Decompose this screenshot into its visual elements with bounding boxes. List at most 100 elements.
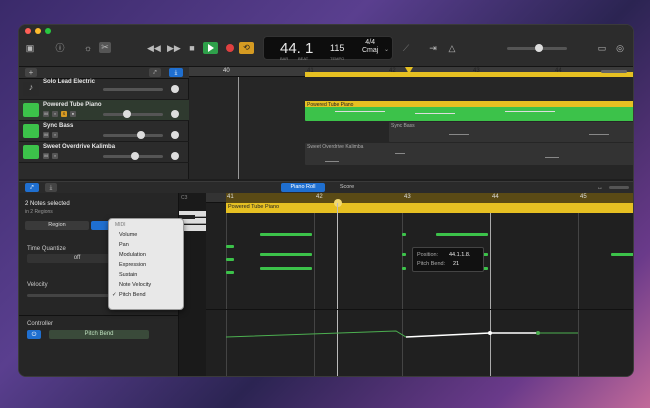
zoom-slider[interactable] bbox=[601, 70, 627, 73]
track-volume-slider[interactable] bbox=[103, 113, 163, 116]
editor-ruler[interactable]: 41 42 43 44 45 bbox=[206, 193, 633, 203]
control-bar: ▣ ⓘ ☼ ✂ ◀◀ ▶▶ ■ ⟲ 44. 1 BAR BEAT 115 TEM… bbox=[19, 25, 633, 67]
menu-item-pan[interactable]: Pan bbox=[119, 242, 129, 248]
tab-region[interactable]: Region bbox=[25, 221, 89, 230]
play-button[interactable] bbox=[203, 42, 218, 54]
timeline-ruler[interactable]: 40 41 42 43 44 bbox=[189, 67, 633, 77]
menu-item-expression[interactable]: Expression bbox=[119, 262, 146, 268]
track-volume-knob[interactable] bbox=[131, 152, 139, 160]
midi-note[interactable] bbox=[226, 271, 234, 274]
region-bass[interactable]: Sync Bass bbox=[389, 122, 633, 142]
track-volume-knob[interactable] bbox=[123, 110, 131, 118]
playhead-icon[interactable] bbox=[405, 67, 413, 74]
mute-icon[interactable]: M bbox=[43, 132, 49, 138]
controller-select[interactable]: Pitch Bend bbox=[49, 330, 149, 339]
rewind-icon[interactable]: ◀◀ bbox=[147, 43, 161, 53]
note-line bbox=[505, 111, 555, 112]
solo-icon[interactable]: S bbox=[61, 111, 67, 117]
smart-controls-icon[interactable]: ☼ bbox=[83, 43, 93, 53]
catch-icon[interactable]: ⤤ bbox=[25, 183, 39, 192]
metronome-icon[interactable]: △ bbox=[447, 43, 457, 53]
zoom-window-button[interactable] bbox=[45, 28, 51, 34]
bar-number: 42 bbox=[316, 194, 323, 200]
region-piano[interactable]: Powered Tube Piano bbox=[305, 101, 633, 121]
track-row[interactable]: Powered Tube Piano M ∩ S ● bbox=[19, 100, 189, 121]
region-header[interactable]: Powered Tube Piano bbox=[226, 203, 633, 213]
expand-icon[interactable]: ↔ bbox=[595, 183, 605, 193]
record-button[interactable] bbox=[226, 44, 234, 52]
track-volume-knob[interactable] bbox=[137, 131, 145, 139]
track-volume-slider[interactable] bbox=[103, 88, 163, 91]
chevron-down-icon[interactable]: ⌄ bbox=[384, 45, 389, 55]
fast-forward-icon[interactable]: ▶▶ bbox=[167, 43, 181, 53]
close-window-button[interactable] bbox=[25, 28, 31, 34]
headphones-icon[interactable]: ∩ bbox=[52, 111, 58, 117]
cycle-button[interactable]: ⟲ bbox=[239, 42, 254, 54]
power-icon[interactable]: ⏻ bbox=[27, 330, 41, 339]
headphones-icon[interactable]: ∩ bbox=[52, 153, 58, 159]
mute-icon[interactable]: M bbox=[43, 153, 49, 159]
note-line bbox=[415, 113, 455, 114]
bend-point[interactable] bbox=[488, 331, 492, 335]
menu-item-modulation[interactable]: Modulation bbox=[119, 252, 146, 258]
midi-note[interactable] bbox=[436, 233, 488, 236]
midi-note[interactable] bbox=[260, 267, 312, 270]
minimize-window-button[interactable] bbox=[35, 28, 41, 34]
playhead-handle-icon[interactable] bbox=[334, 199, 342, 207]
notepad-icon[interactable]: ▭ bbox=[597, 43, 607, 53]
mute-icon[interactable]: M bbox=[43, 111, 49, 117]
midi-note[interactable] bbox=[226, 258, 234, 261]
menu-item-volume[interactable]: Volume bbox=[119, 232, 137, 238]
master-volume-knob[interactable] bbox=[535, 44, 543, 52]
editors-icon[interactable]: ✂ bbox=[99, 42, 111, 53]
menu-item-note-velocity[interactable]: Note Velocity bbox=[119, 282, 151, 288]
stop-icon[interactable]: ■ bbox=[187, 43, 197, 53]
midi-note[interactable] bbox=[226, 245, 234, 248]
midi-note[interactable] bbox=[402, 233, 406, 236]
midi-note[interactable] bbox=[402, 253, 406, 256]
lcd-position: 44. 1 bbox=[280, 40, 314, 57]
keyboard-icon bbox=[23, 103, 39, 117]
region-header bbox=[305, 101, 633, 107]
menu-item-sustain[interactable]: Sustain bbox=[119, 272, 137, 278]
bar-number: 43 bbox=[404, 194, 411, 200]
track-row[interactable]: ♪ Solo Lead Electric bbox=[19, 79, 189, 100]
track-pan-knob[interactable] bbox=[171, 85, 179, 93]
midi-note[interactable] bbox=[402, 267, 406, 270]
browser-icon[interactable]: ◎ bbox=[615, 43, 625, 53]
region-label: Sync Bass bbox=[391, 123, 415, 129]
tuner-icon[interactable]: ⟋ bbox=[401, 43, 411, 53]
cycle-region[interactable] bbox=[305, 72, 633, 77]
track-pan-knob[interactable] bbox=[171, 131, 179, 139]
track-row[interactable]: Sync Bass M ∩ bbox=[19, 121, 189, 142]
menu-item-pitch-bend[interactable]: Pitch Bend bbox=[119, 292, 146, 298]
library-icon[interactable]: ▣ bbox=[25, 43, 35, 53]
editor-zoom-slider[interactable] bbox=[609, 186, 629, 189]
bend-point[interactable] bbox=[536, 331, 540, 335]
add-track-icon[interactable]: + bbox=[25, 68, 37, 77]
help-icon[interactable]: ⓘ bbox=[55, 43, 65, 53]
track-pan-knob[interactable] bbox=[171, 152, 179, 160]
midi-note[interactable] bbox=[611, 253, 633, 256]
region-kalimba[interactable]: Sweet Overdrive Kalimba bbox=[305, 143, 633, 165]
midi-note[interactable] bbox=[260, 253, 312, 256]
tab-score[interactable]: Score bbox=[327, 183, 367, 192]
track-pan-knob[interactable] bbox=[171, 110, 179, 118]
track-volume-slider[interactable] bbox=[103, 134, 163, 137]
catch-icon[interactable]: ⤓ bbox=[169, 68, 183, 77]
track-row[interactable]: Sweet Overdrive Kalimba M ∩ bbox=[19, 142, 189, 163]
piano-roll-grid[interactable]: 41 42 43 44 45 Powered Tube Piano bbox=[206, 193, 634, 377]
note-line bbox=[449, 134, 469, 135]
download-icon[interactable]: ⤓ bbox=[45, 183, 57, 192]
automation-icon[interactable]: ⤤ bbox=[149, 68, 161, 77]
track-name: Powered Tube Piano bbox=[43, 102, 102, 108]
record-enable-icon[interactable]: ● bbox=[70, 111, 76, 117]
count-in-icon[interactable]: ⇥ bbox=[427, 43, 439, 53]
lcd-display[interactable]: 44. 1 BAR BEAT 115 TEMPO 4/4 Cmaj ⌄ bbox=[263, 36, 393, 61]
tab-piano-roll[interactable]: Piano Roll bbox=[281, 183, 325, 192]
tracks-area: + ⤤ ⤓ ♪ Solo Lead Electric Powered Tube … bbox=[19, 67, 633, 179]
pitch-bend-curve[interactable] bbox=[206, 309, 634, 377]
midi-note[interactable] bbox=[260, 233, 312, 236]
headphones-icon[interactable]: ∩ bbox=[52, 132, 58, 138]
region-label: Sweet Overdrive Kalimba bbox=[307, 144, 364, 150]
